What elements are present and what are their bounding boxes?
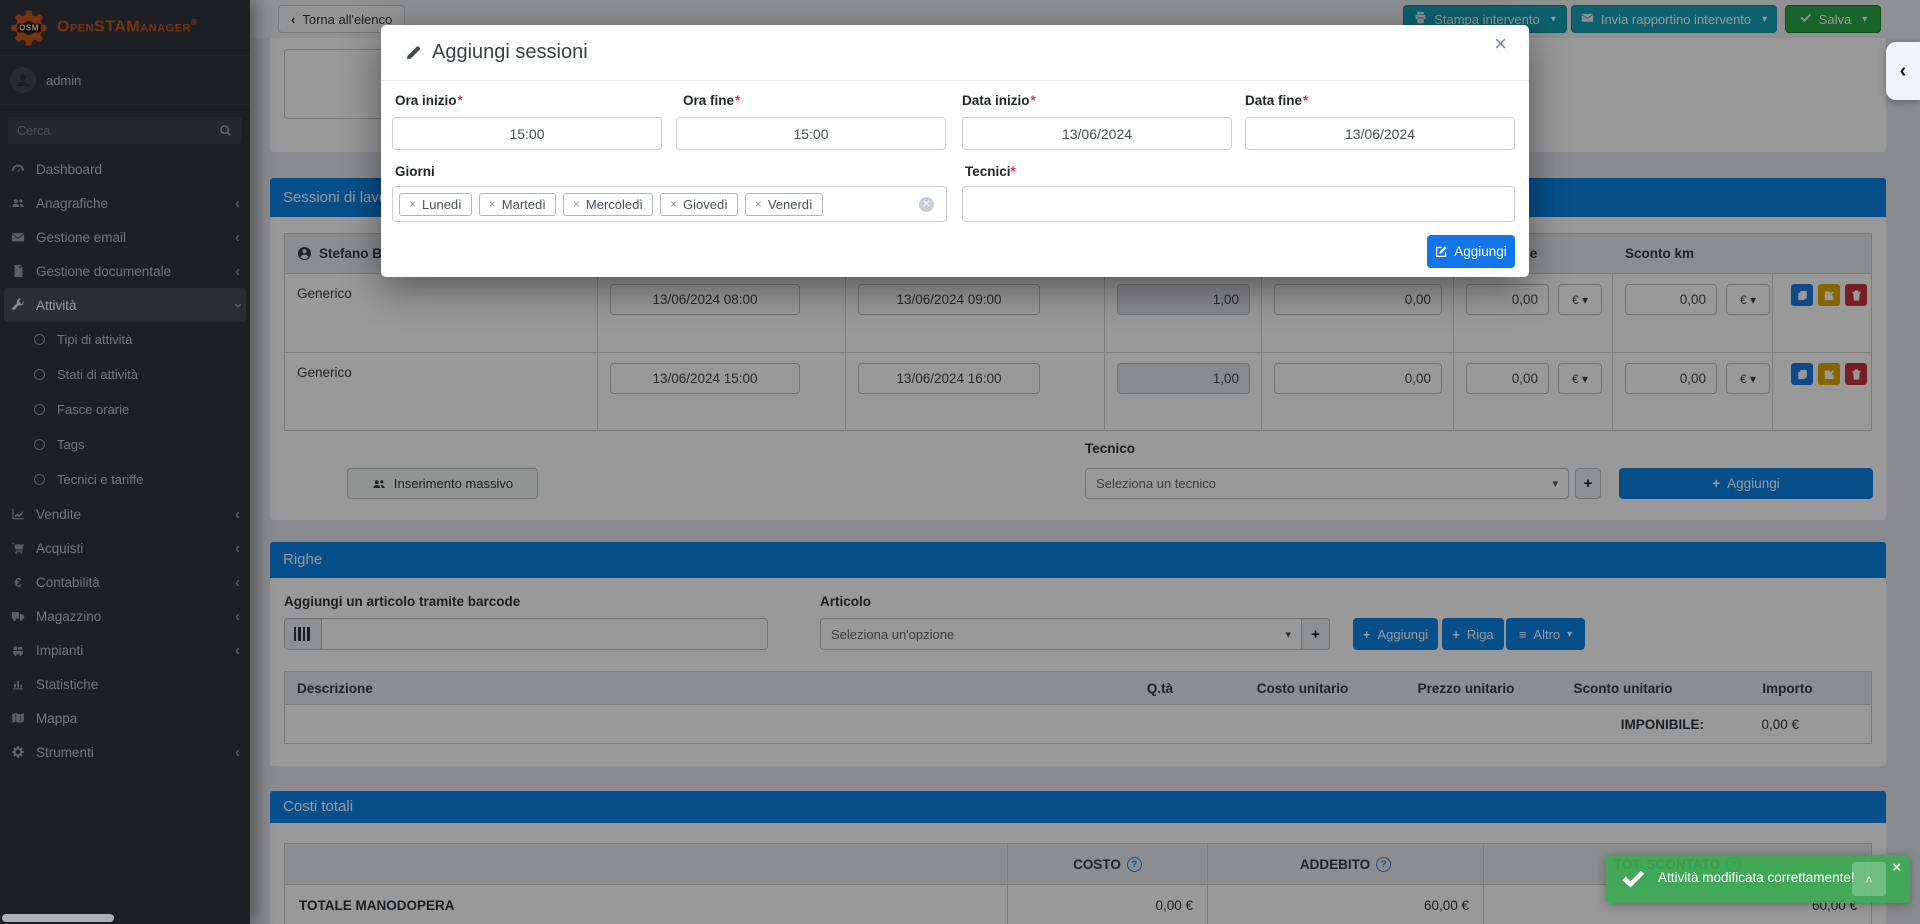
day-chip[interactable]: ×Martedì xyxy=(479,193,556,216)
pencil-icon xyxy=(405,44,422,61)
add-sessions-modal: Aggiungi sessioni × Ora inizio* Ora fine… xyxy=(381,25,1529,277)
check-icon xyxy=(1620,866,1645,896)
ora-fine-label: Ora fine* xyxy=(683,93,740,108)
success-toast: ˄ Attività modificata correttamente! × xyxy=(1606,855,1910,903)
chevron-left-icon: ‹ xyxy=(1900,60,1907,83)
giorni-tags-field[interactable]: ×Lunedì ×Martedì ×Mercoledì ×Giovedì ×Ve… xyxy=(392,186,947,222)
remove-tag-icon[interactable]: × xyxy=(755,197,762,211)
toast-message: Attività modificata correttamente! xyxy=(1658,870,1855,885)
close-icon[interactable]: × xyxy=(1494,33,1507,55)
data-inizio-label: Data inizio* xyxy=(962,93,1036,108)
remove-tag-icon[interactable]: × xyxy=(489,197,496,211)
scroll-top-button[interactable]: ˄ xyxy=(1852,862,1886,896)
close-icon[interactable]: × xyxy=(1892,859,1901,876)
ora-inizio-label: Ora inizio* xyxy=(395,93,463,108)
modal-title: Aggiungi sessioni xyxy=(405,41,588,64)
giorni-label: Giorni xyxy=(395,164,435,179)
day-chip[interactable]: ×Venerdì xyxy=(745,193,823,216)
day-chip[interactable]: ×Lunedì xyxy=(399,193,472,216)
data-fine-input[interactable] xyxy=(1245,117,1515,150)
chevron-up-icon: ˄ xyxy=(1865,872,1873,887)
side-panel-toggle[interactable]: ‹ xyxy=(1886,42,1920,100)
modal-header-divider xyxy=(381,80,1529,81)
day-chip[interactable]: ×Giovedì xyxy=(660,193,738,216)
data-fine-label: Data fine* xyxy=(1245,93,1308,108)
remove-tag-icon[interactable]: × xyxy=(409,197,416,211)
remove-tag-icon[interactable]: × xyxy=(670,197,677,211)
day-chip[interactable]: ×Mercoledì xyxy=(563,193,653,216)
ora-fine-input[interactable] xyxy=(676,117,946,150)
modal-submit-button[interactable]: Aggiungi xyxy=(1427,235,1515,268)
clear-tags-icon[interactable]: ✕ xyxy=(919,197,934,212)
remove-tag-icon[interactable]: × xyxy=(573,197,580,211)
edit-icon xyxy=(1435,245,1448,258)
tecnici-label: Tecnici* xyxy=(965,164,1016,179)
data-inizio-input[interactable] xyxy=(962,117,1232,150)
ora-inizio-input[interactable] xyxy=(392,117,662,150)
horizontal-scrollbar[interactable] xyxy=(2,914,114,922)
tecnici-input[interactable] xyxy=(962,186,1515,222)
